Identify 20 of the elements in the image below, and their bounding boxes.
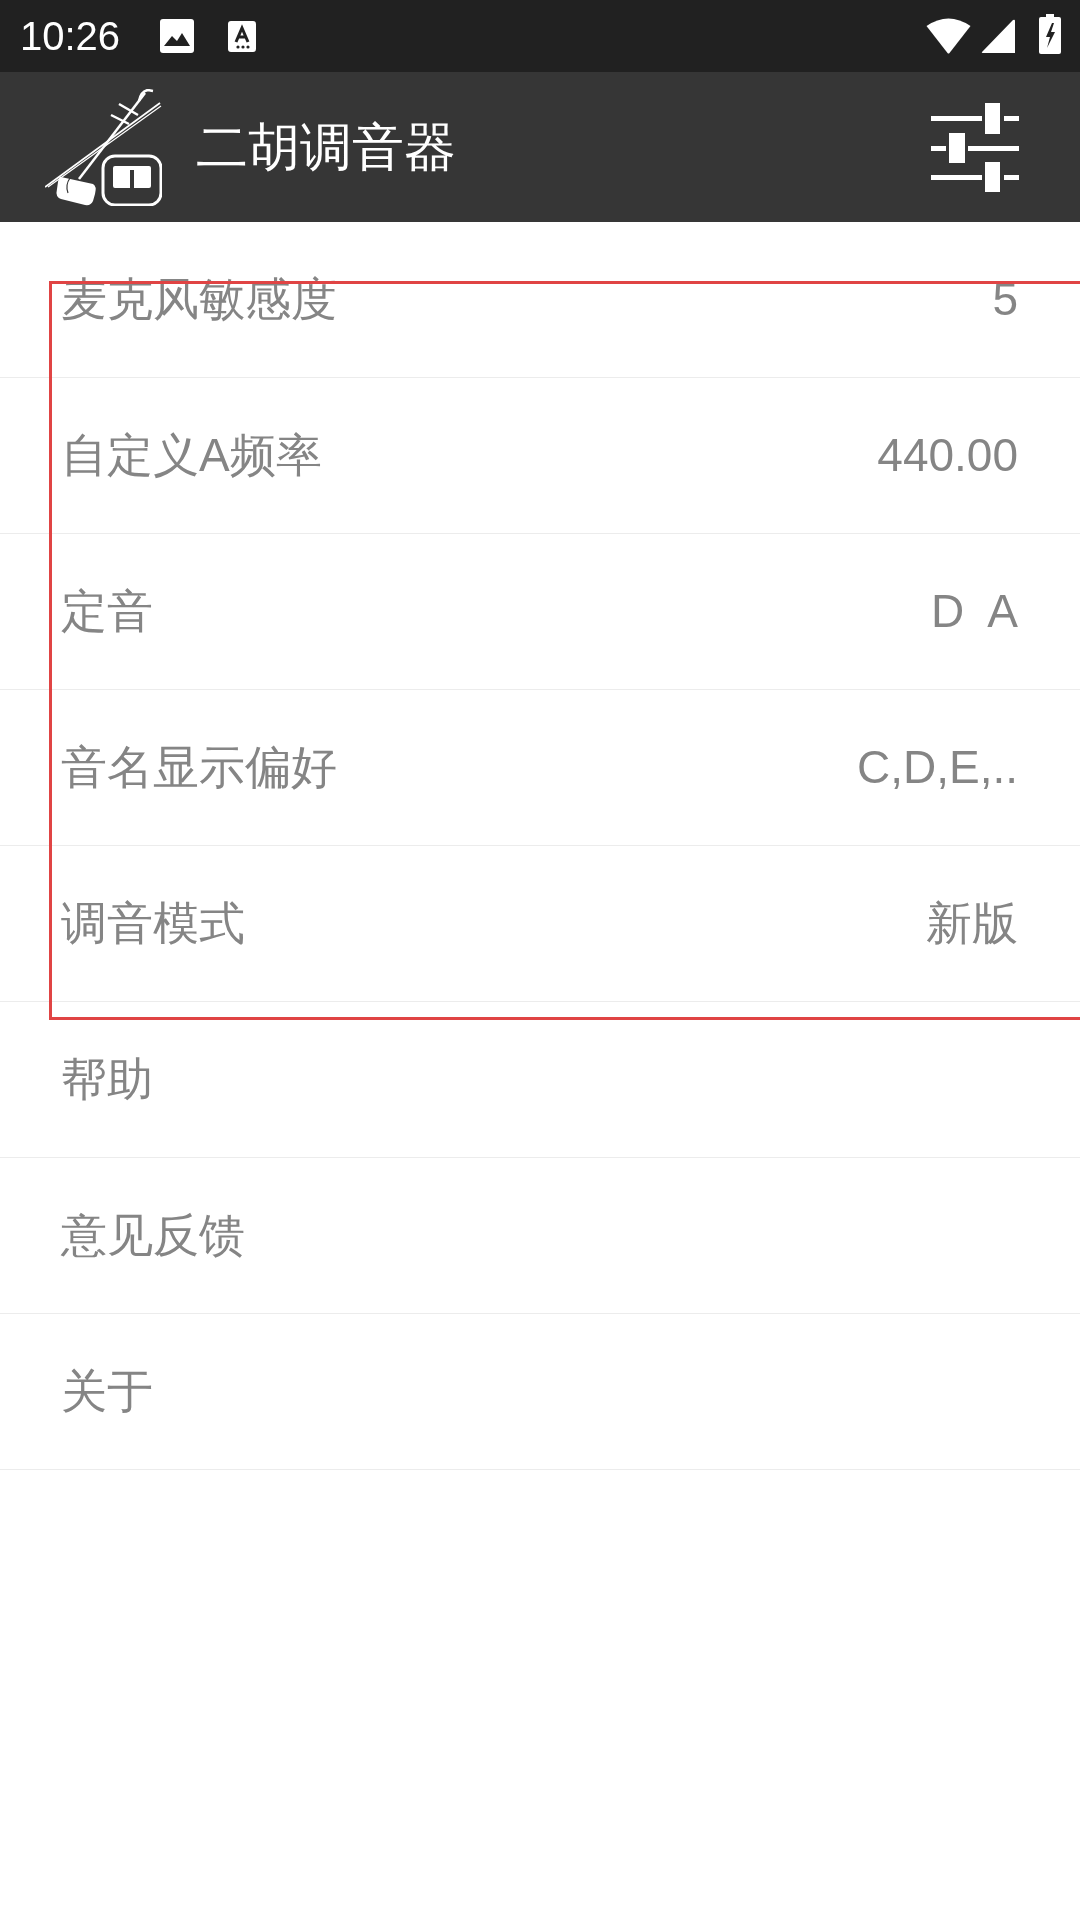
setting-value: D A	[931, 583, 1018, 639]
instrument-logo-icon	[45, 88, 162, 206]
signal-icon	[981, 19, 1015, 53]
image-icon	[160, 19, 195, 53]
setting-label: 定音	[61, 583, 153, 639]
font-icon	[228, 20, 257, 52]
menu-item[interactable]: 关于	[61, 1363, 153, 1420]
battery-charging-icon	[1039, 14, 1061, 54]
setting-label: 自定义A频率	[61, 427, 322, 483]
wifi-icon	[926, 16, 971, 54]
status-time: 10:26	[20, 16, 121, 56]
menu-item[interactable]: 意见反馈	[61, 1207, 245, 1264]
setting-value: 440.00	[877, 427, 1018, 483]
app-title: 二胡调音器	[196, 116, 456, 178]
sliders-icon[interactable]	[931, 102, 1019, 192]
setting-value: C,D,E,..	[856, 739, 1018, 795]
setting-value: 新版	[926, 895, 1018, 951]
setting-label: 调音模式	[61, 895, 245, 951]
menu-item[interactable]: 帮助	[61, 1051, 153, 1108]
setting-label: 音名显示偏好	[61, 739, 337, 795]
